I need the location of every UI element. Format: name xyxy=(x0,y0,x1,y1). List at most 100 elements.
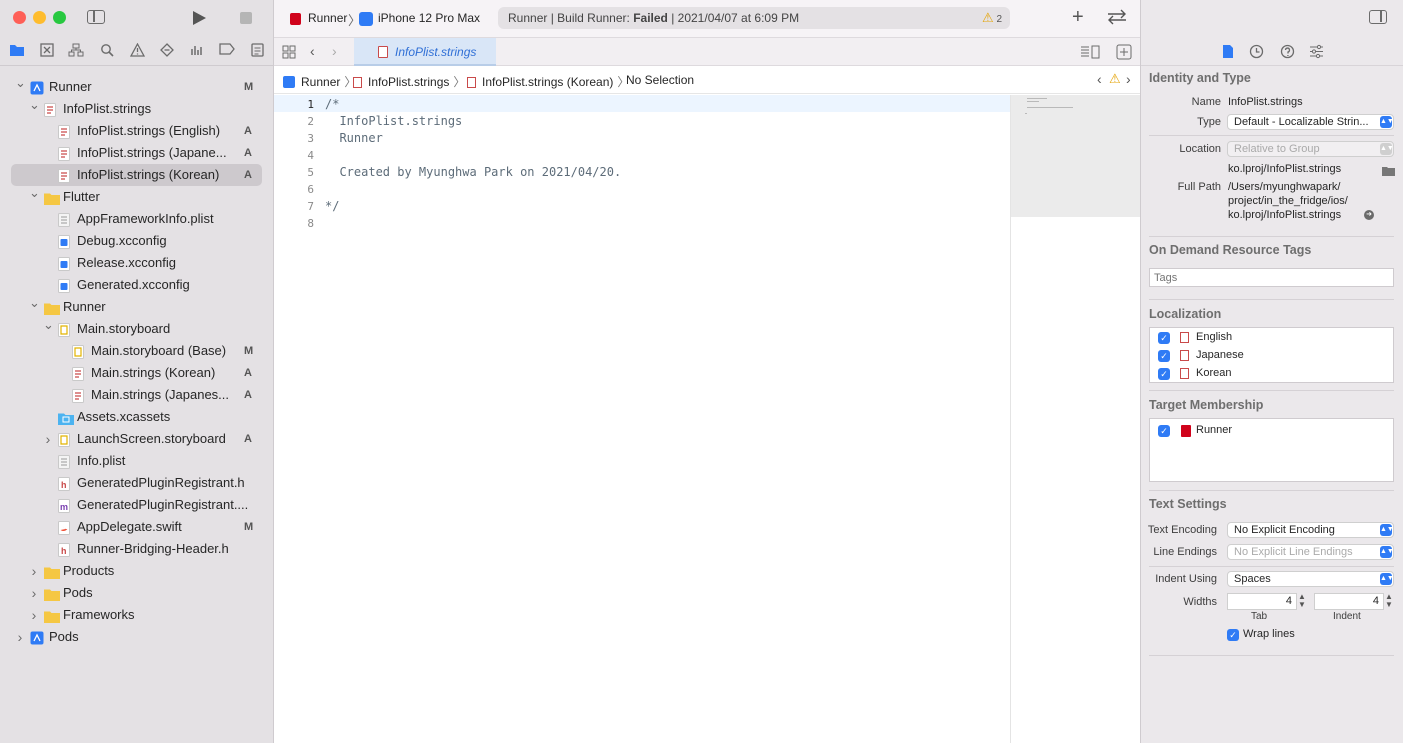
disclosure-expanded-icon[interactable]: ⌄ xyxy=(29,94,40,116)
minimap[interactable] xyxy=(1010,95,1141,743)
navigator-item[interactable]: Main.storyboard (Base) M xyxy=(0,340,274,362)
reveal-in-finder-icon[interactable]: ➜ xyxy=(1364,210,1374,220)
choose-folder-icon[interactable] xyxy=(1382,164,1395,179)
back-chevron-icon[interactable]: ‹ xyxy=(310,43,315,59)
navigator-item[interactable]: InfoPlist.strings (Korean) A xyxy=(11,164,262,186)
text-encoding-popup[interactable]: No Explicit Encoding ▲▼ xyxy=(1227,522,1394,538)
zoom-window-button[interactable] xyxy=(53,11,66,24)
grid-view-icon[interactable] xyxy=(282,45,296,62)
close-window-button[interactable] xyxy=(13,11,26,24)
code-line[interactable]: InfoPlist.strings xyxy=(325,114,462,128)
location-popup[interactable]: Relative to Group ▲▼ xyxy=(1227,141,1394,157)
debug-navigator-icon[interactable] xyxy=(189,43,205,59)
navigator-item[interactable]: ⌄ Runner xyxy=(0,295,274,318)
disclosure-expanded-icon[interactable]: ⌄ xyxy=(15,72,26,94)
localization-checkbox[interactable]: ✓ xyxy=(1158,368,1170,380)
breadcrumb-item[interactable]: InfoPlist.strings 〉 xyxy=(353,73,465,90)
navigator-item[interactable]: › LaunchScreen.storyboard A xyxy=(0,428,274,450)
search-icon[interactable] xyxy=(99,43,115,59)
stop-icon[interactable] xyxy=(240,12,252,24)
navigator-item[interactable]: Generated.xcconfig xyxy=(0,274,274,296)
attributes-inspector-icon[interactable] xyxy=(1309,44,1324,62)
symbol-hierarchy-icon[interactable] xyxy=(68,43,84,59)
navigator-item[interactable]: › Pods xyxy=(0,626,274,648)
disclosure-expanded-icon[interactable]: ⌄ xyxy=(29,182,40,204)
disclosure-collapsed-icon[interactable]: › xyxy=(15,626,25,648)
navigator-item[interactable]: › Frameworks xyxy=(0,604,274,626)
tab-width-stepper[interactable]: ▲ ▼ xyxy=(1298,593,1308,610)
navigator-item[interactable]: › Pods xyxy=(0,582,274,604)
help-inspector-icon[interactable] xyxy=(1280,44,1295,62)
navigator-item[interactable]: ⌄ InfoPlist.strings xyxy=(0,97,274,120)
navigator-item[interactable]: ⌄ Flutter xyxy=(0,185,274,208)
warning-badge[interactable]: ⚠ 2 xyxy=(982,7,1002,31)
disclosure-collapsed-icon[interactable]: › xyxy=(29,582,39,604)
minimize-window-button[interactable] xyxy=(33,11,46,24)
localization-checkbox[interactable]: ✓ xyxy=(1158,350,1170,362)
navigator-item[interactable]: h Runner-Bridging-Header.h xyxy=(0,538,274,560)
indent-width-stepper[interactable]: ▲ ▼ xyxy=(1385,593,1395,610)
line-endings-popup[interactable]: No Explicit Line Endings ▲▼ xyxy=(1227,544,1394,560)
disclosure-collapsed-icon[interactable]: › xyxy=(29,560,39,582)
navigator-item[interactable]: Main.strings (Japanes... A xyxy=(0,384,274,406)
report-navigator-icon[interactable] xyxy=(249,43,265,59)
navigator-item[interactable]: InfoPlist.strings (Japane... A xyxy=(0,142,274,164)
source-editor[interactable]: 1 /* 2 InfoPlist.strings 3 Runner 4 5 Created… xyxy=(274,95,1010,743)
navigator-item[interactable]: Main.strings (Korean) A xyxy=(0,362,274,384)
navigator-item[interactable]: Debug.xcconfig xyxy=(0,230,274,252)
navigator-item[interactable]: ⌄ Runner M xyxy=(0,75,274,98)
disclosure-collapsed-icon[interactable]: › xyxy=(29,604,39,626)
folder-icon[interactable] xyxy=(9,43,25,59)
code-line[interactable]: */ xyxy=(325,199,339,213)
code-line[interactable]: Created by Myunghwa Park on 2021/04/20. xyxy=(325,165,621,179)
disclosure-expanded-icon[interactable]: ⌄ xyxy=(43,314,54,336)
disclosure-expanded-icon[interactable]: ⌄ xyxy=(29,292,40,314)
navigator-item[interactable]: Release.xcconfig xyxy=(0,252,274,274)
minimap-visible-region[interactable] xyxy=(1011,95,1141,217)
disclosure-collapsed-icon[interactable]: › xyxy=(43,428,53,450)
navigator-item[interactable]: AppFrameworkInfo.plist xyxy=(0,208,274,230)
breadcrumb-item[interactable]: Runner 〉 xyxy=(283,73,356,90)
tags-input[interactable] xyxy=(1149,268,1394,287)
activity-status-bar[interactable]: Runner | Build Runner: Failed | 2021/04/… xyxy=(498,7,1010,29)
navigator-item[interactable]: AppDelegate.swift M xyxy=(0,516,274,538)
file-type-popup[interactable]: Default - Localizable Strin... ▲▼ xyxy=(1227,114,1394,130)
navigator-item-label: GeneratedPluginRegistrant.... xyxy=(77,497,249,512)
warning-navigator-icon[interactable] xyxy=(129,42,145,59)
next-issue-icon[interactable]: › xyxy=(1126,71,1131,87)
tab-infoplist[interactable]: InfoPlist.strings xyxy=(354,38,496,66)
target-checkbox[interactable]: ✓ xyxy=(1158,425,1170,437)
issue-warning-icon[interactable]: ⚠ xyxy=(1109,71,1121,87)
code-line[interactable]: /* xyxy=(325,97,339,111)
navigator-item[interactable]: Assets.xcassets xyxy=(0,406,274,428)
inspector-toggle-icon[interactable] xyxy=(1369,10,1387,24)
swap-arrows-icon[interactable] xyxy=(1106,9,1128,28)
navigator-item[interactable]: ⌄ Main.storyboard xyxy=(0,317,274,340)
tab-width-field[interactable]: 4 xyxy=(1227,593,1297,610)
breadcrumb-item[interactable]: No Selection xyxy=(626,73,694,87)
test-navigator-icon[interactable] xyxy=(159,43,175,59)
add-library-button[interactable]: + xyxy=(1072,7,1084,27)
indent-width-field[interactable]: 4 xyxy=(1314,593,1384,610)
history-inspector-icon[interactable] xyxy=(1249,44,1264,62)
source-control-icon[interactable] xyxy=(39,43,55,59)
add-editor-icon[interactable] xyxy=(1116,44,1132,63)
run-icon[interactable] xyxy=(193,11,206,25)
sidebar-toggle-icon[interactable] xyxy=(87,10,105,24)
navigator-item[interactable]: m GeneratedPluginRegistrant.... xyxy=(0,494,274,516)
navigator-item[interactable]: › Products xyxy=(0,560,274,582)
previous-issue-icon[interactable]: ‹ xyxy=(1097,71,1102,87)
name-value[interactable]: InfoPlist.strings xyxy=(1228,96,1303,108)
navigator-item[interactable]: h GeneratedPluginRegistrant.h xyxy=(0,472,274,494)
breadcrumb-item[interactable]: InfoPlist.strings (Korean) 〉 xyxy=(467,73,629,90)
breakpoint-navigator-icon[interactable] xyxy=(219,43,235,59)
navigator-item[interactable]: InfoPlist.strings (English) A xyxy=(0,120,274,142)
code-line[interactable]: Runner xyxy=(325,131,382,145)
indent-using-popup[interactable]: Spaces ▲▼ xyxy=(1227,571,1394,587)
forward-chevron-icon[interactable]: › xyxy=(332,43,337,59)
file-inspector-icon[interactable] xyxy=(1222,44,1234,62)
navigator-item[interactable]: Info.plist xyxy=(0,450,274,472)
localization-checkbox[interactable]: ✓ xyxy=(1158,332,1170,344)
adjust-editor-options-icon[interactable] xyxy=(1080,45,1100,62)
wrap-lines-checkbox[interactable]: ✓ xyxy=(1227,629,1239,641)
